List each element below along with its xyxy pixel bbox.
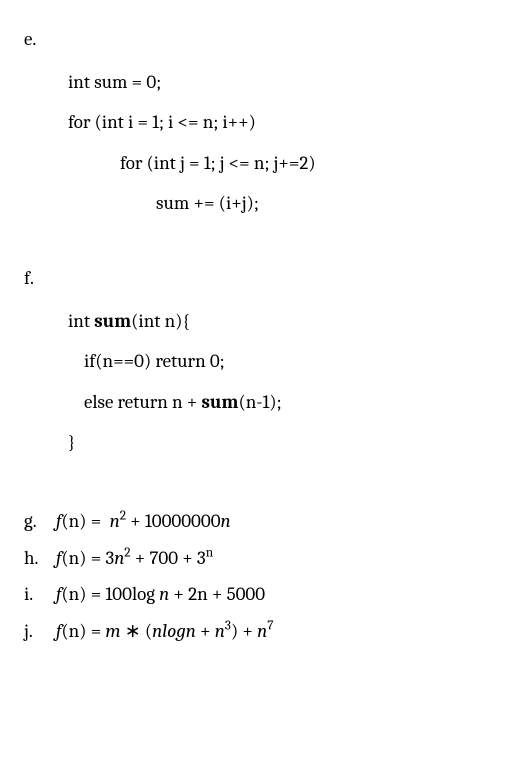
code-line: for (int i = 1; i <= n; i++) [68, 109, 486, 136]
coef: 3 [105, 547, 114, 569]
math-label: g. [24, 508, 56, 535]
var: n [257, 620, 267, 642]
eq-sign: = [87, 583, 106, 605]
var: n [110, 510, 120, 532]
code-text: (n-1); [238, 391, 281, 413]
fn-arg: (n) [61, 583, 86, 605]
math-expr: f(n) = m ∗ (nlogn + n3) + n7 [56, 618, 273, 645]
code-line: sum += (i+j); [68, 190, 486, 217]
var: nlogn [152, 620, 196, 642]
math-expr: f(n) = 3n2 + 700 + 3n [56, 545, 213, 572]
code-line: int sum = 0; [68, 69, 486, 96]
code-text: else return n + [84, 391, 202, 413]
plus: + 10000000 [126, 510, 221, 532]
fn-arg: (n) [61, 620, 86, 642]
math-item-g: g. f(n) = n2 + 10000000n [24, 508, 486, 535]
var: n [159, 583, 169, 605]
item-e-label: e. [24, 26, 486, 53]
code-line: if(n==0) return 0; [68, 348, 486, 375]
fn-arg: (n) [61, 547, 86, 569]
var: n [114, 547, 124, 569]
sup: n [206, 545, 213, 560]
var: m [105, 620, 120, 642]
var: n [221, 510, 231, 532]
math-expr: f(n) = n2 + 10000000n [56, 508, 231, 535]
code-bold: sum [94, 310, 131, 332]
plus: + 700 + 3 [131, 547, 206, 569]
code-block-f: int sum(int n){ if(n==0) return 0; else … [68, 308, 486, 456]
code-bold: sum [202, 391, 239, 413]
eq-sign: = [87, 510, 106, 532]
code-line: int sum(int n){ [68, 308, 486, 335]
fn-arg: (n) [61, 510, 86, 532]
rhs: n2 + 10000000n [110, 510, 231, 532]
math-item-i: i. f(n) = 100log n + 2n + 5000 [24, 581, 486, 608]
math-item-h: h. f(n) = 3n2 + 700 + 3n [24, 545, 486, 572]
eq-sign: = [87, 620, 106, 642]
math-label: h. [24, 545, 56, 572]
math-expr: f(n) = 100log n + 2n + 5000 [56, 581, 265, 608]
code-line: } [68, 429, 486, 456]
plus: + 2n + 5000 [169, 583, 265, 605]
code-line: for (int j = 1; j <= n; j+=2) [68, 150, 486, 177]
eq-sign: = [87, 547, 106, 569]
code-line: else return n + sum(n-1); [68, 389, 486, 416]
math-item-j: j. f(n) = m ∗ (nlogn + n3) + n7 [24, 618, 486, 645]
code-text: (int n){ [131, 310, 190, 332]
math-label: j. [24, 618, 56, 645]
math-list: g. f(n) = n2 + 10000000n h. f(n) = 3n2 +… [24, 508, 486, 644]
var: n [215, 620, 225, 642]
op: ∗ ( [121, 620, 153, 642]
item-f-label: f. [24, 265, 486, 292]
plus: + [196, 620, 215, 642]
sup: 7 [267, 618, 273, 633]
coef: 100log [105, 583, 159, 605]
code-block-e: int sum = 0; for (int i = 1; i <= n; i++… [68, 69, 486, 217]
math-label: i. [24, 581, 56, 608]
code-text: int [68, 310, 94, 332]
close: ) + [231, 620, 257, 642]
